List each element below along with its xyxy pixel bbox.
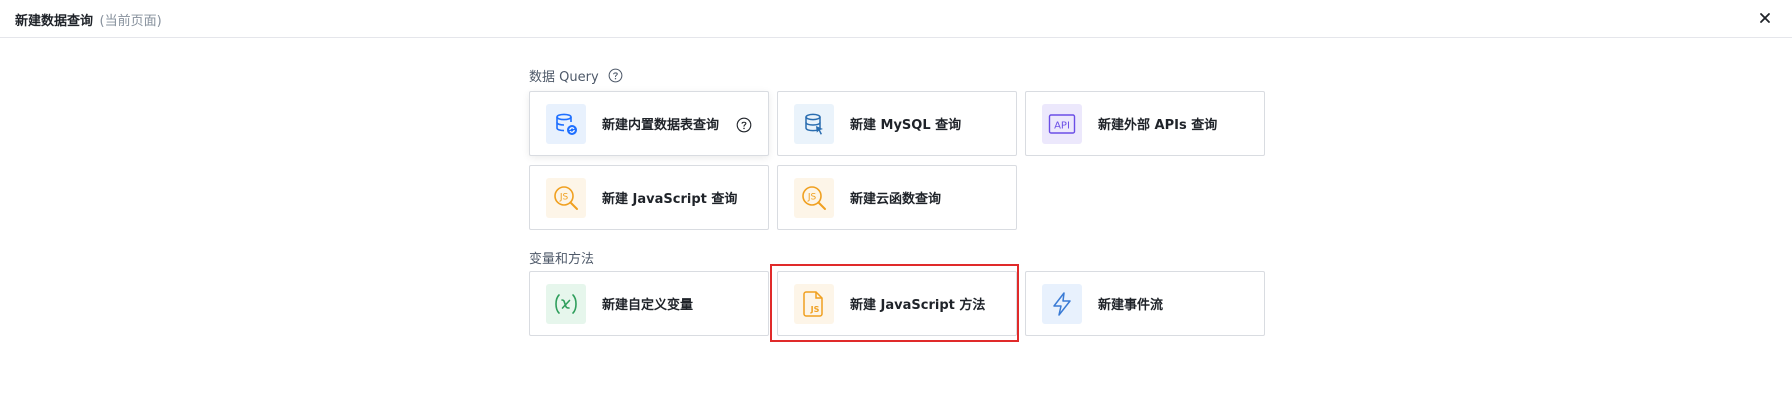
database-cursor-icon xyxy=(794,103,834,144)
lightning-icon xyxy=(1042,283,1082,324)
card-cloud-function-query-label: 新建云函数查询 xyxy=(850,192,942,207)
dialog-title: 新建数据查询 (当前页面) xyxy=(15,10,162,29)
card-event-flow-label: 新建事件流 xyxy=(1098,298,1164,313)
svg-text:JS: JS xyxy=(559,192,569,202)
database-sync-icon xyxy=(546,103,586,144)
card-external-api-query[interactable]: API 新建外部 APIs 查询 xyxy=(1025,91,1265,156)
question-circle-icon[interactable] xyxy=(608,68,623,83)
card-cloud-function-query[interactable]: JS 新建云函数查询 xyxy=(777,165,1017,230)
question-circle-icon[interactable] xyxy=(736,117,752,133)
card-javascript-method-label: 新建 JavaScript 方法 xyxy=(850,298,986,313)
js-search-icon: JS xyxy=(546,177,586,218)
card-custom-variable[interactable]: 新建自定义变量 xyxy=(529,271,769,336)
card-custom-variable-label: 新建自定义变量 xyxy=(602,298,694,313)
dialog-title-text: 新建数据查询 xyxy=(15,14,94,29)
svg-text:API: API xyxy=(1054,120,1070,131)
card-javascript-query[interactable]: JS 新建 JavaScript 查询 xyxy=(529,165,769,230)
svg-text:JS: JS xyxy=(810,305,820,314)
close-button[interactable] xyxy=(1756,9,1774,27)
js-file-icon: JS xyxy=(794,283,834,324)
card-javascript-query-label: 新建 JavaScript 查询 xyxy=(602,192,738,207)
section-label-query: 数据 Query xyxy=(529,66,623,85)
section-label-query-text: 数据 Query xyxy=(529,70,599,85)
dialog-subtitle: (当前页面) xyxy=(99,14,162,29)
section-label-vars: 变量和方法 xyxy=(529,248,594,267)
card-javascript-method[interactable]: JS 新建 JavaScript 方法 xyxy=(777,271,1017,336)
card-builtin-table-query[interactable]: 新建内置数据表查询 xyxy=(529,91,769,156)
variable-x-icon xyxy=(546,283,586,324)
api-icon: API xyxy=(1042,103,1082,144)
card-external-api-query-label: 新建外部 APIs 查询 xyxy=(1098,118,1218,133)
card-mysql-query-label: 新建 MySQL 查询 xyxy=(850,118,962,133)
section-label-vars-text: 变量和方法 xyxy=(529,252,595,267)
card-mysql-query[interactable]: 新建 MySQL 查询 xyxy=(777,91,1017,156)
close-icon xyxy=(1760,13,1770,23)
card-event-flow[interactable]: 新建事件流 xyxy=(1025,271,1265,336)
dialog-header: 新建数据查询 (当前页面) xyxy=(0,0,1792,38)
js-search-icon: JS xyxy=(794,177,834,218)
svg-text:JS: JS xyxy=(807,192,817,202)
card-builtin-table-query-label: 新建内置数据表查询 xyxy=(602,118,720,133)
